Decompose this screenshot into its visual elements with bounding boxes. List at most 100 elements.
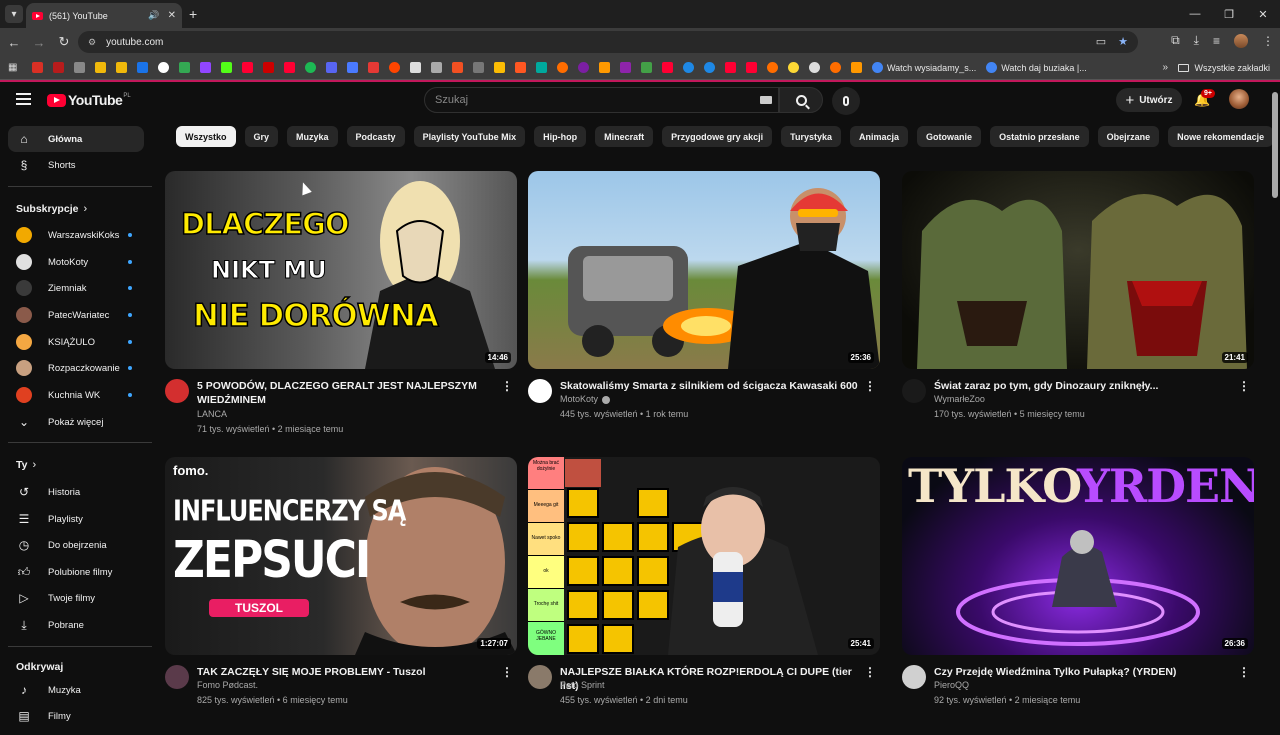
bookmark-icon[interactable]	[641, 62, 652, 73]
bookmark-icon[interactable]	[851, 62, 862, 73]
bookmark-icon[interactable]	[137, 62, 148, 73]
chip-action-adventure[interactable]: Przygodowe gry akcji	[662, 126, 773, 147]
bookmark-icon[interactable]	[368, 62, 379, 73]
video-title[interactable]: TAK ZACZĘŁY SIĘ MOJE PROBLEMY - Tuszol	[197, 665, 497, 679]
sidebar-sub-rozpaczkowanie[interactable]: Rozpaczkowanie	[8, 355, 144, 381]
sidebar-item-music[interactable]: ♪ Muzyka	[8, 677, 144, 703]
bookmark-icon[interactable]	[515, 62, 526, 73]
bookmark-icon[interactable]	[347, 62, 358, 73]
video-title[interactable]: Świat zaraz po tym, gdy Dinozaury zniknę…	[934, 379, 1234, 393]
chip-games[interactable]: Gry	[244, 126, 279, 147]
video-title[interactable]: NAJLEPSZE BIAŁKA KTÓRE ROZP!ERDOLĄ CI DU…	[560, 665, 860, 693]
channel-name[interactable]: Pato Sprint	[560, 680, 605, 690]
channel-avatar[interactable]	[165, 665, 189, 689]
more-actions-icon[interactable]: ⋮	[501, 665, 513, 679]
gmail-bookmark-icon[interactable]	[32, 62, 43, 73]
keyboard-icon[interactable]	[760, 96, 772, 104]
bookmark-icon[interactable]	[704, 62, 715, 73]
sidebar-sub-warszawskikoks[interactable]: WarszawskiKoks	[8, 222, 144, 248]
bookmark-icon[interactable]	[683, 62, 694, 73]
more-actions-icon[interactable]: ⋮	[1238, 665, 1250, 679]
bookmarks-overflow-icon[interactable]: »	[1162, 62, 1168, 73]
channel-avatar[interactable]	[528, 665, 552, 689]
more-actions-icon[interactable]: ⋮	[864, 379, 876, 393]
channel-avatar[interactable]	[902, 379, 926, 403]
sidebar-sub-ksiazulo[interactable]: KSIĄŻULO	[8, 329, 144, 355]
bookmark-watch-2[interactable]: Watch daj buziaka |...	[986, 62, 1087, 73]
bookmark-icon[interactable]	[410, 62, 421, 73]
youtube-bookmark-icon[interactable]	[746, 62, 757, 73]
chip-travel[interactable]: Turystyka	[781, 126, 842, 147]
bookmark-icon[interactable]	[767, 62, 778, 73]
video-card[interactable]: TYLKO YRDEN 26:36 Czy Przejdę Wiedźmina …	[902, 457, 1254, 735]
forward-arrow-icon[interactable]: →	[28, 35, 50, 50]
youtube-bookmark-icon[interactable]	[284, 62, 295, 73]
browser-menu-icon[interactable]: ⋮	[1262, 34, 1274, 48]
video-thumbnail[interactable]: DLACZEGO NIKT MU NIE DORÓWNA 14:46	[165, 171, 517, 369]
kick-bookmark-icon[interactable]	[221, 62, 232, 73]
bookmark-watch-1[interactable]: Watch wysiadamy_s...	[872, 62, 976, 73]
bookmark-icon[interactable]	[578, 62, 589, 73]
amazon-bookmark-icon[interactable]	[599, 62, 610, 73]
reload-icon[interactable]: ↻	[53, 34, 75, 50]
chip-cooking[interactable]: Gotowanie	[917, 126, 982, 147]
sidebar-item-downloads[interactable]: ⤓ Pobrane	[8, 612, 144, 638]
binance-bookmark-icon[interactable]	[95, 62, 106, 73]
chip-new-to-you[interactable]: Nowe rekomendacje	[1168, 126, 1274, 147]
video-thumbnail[interactable]: 21:41	[902, 171, 1254, 369]
video-card[interactable]: 25:36 Skatowaliśmy Smarta z silnikiem od…	[528, 171, 880, 449]
bookmark-icon[interactable]	[158, 62, 169, 73]
channel-name[interactable]: MotoKoty	[560, 394, 611, 404]
more-actions-icon[interactable]: ⋮	[1238, 379, 1250, 393]
voice-search-button[interactable]	[832, 87, 860, 115]
chip-mix[interactable]: Playlisty YouTube Mix	[413, 126, 526, 147]
new-tab-button[interactable]: +	[189, 6, 197, 22]
chip-animation[interactable]: Animacja	[850, 126, 909, 147]
close-tab-icon[interactable]: ✕	[168, 10, 176, 21]
extensions-icon[interactable]: ⧉	[1171, 33, 1180, 48]
chip-watched[interactable]: Obejrzane	[1097, 126, 1160, 147]
bookmark-icon[interactable]	[473, 62, 484, 73]
bookmark-icon[interactable]	[263, 62, 274, 73]
microsoft-bookmark-icon[interactable]	[452, 62, 463, 73]
download-bookmark-icon[interactable]	[431, 62, 442, 73]
menu-icon[interactable]	[16, 93, 31, 108]
chip-podcasts[interactable]: Podcasty	[346, 126, 405, 147]
minimize-icon[interactable]: —	[1178, 8, 1212, 20]
sidebar-sub-motokoty[interactable]: MotoKoty	[8, 249, 144, 275]
bookmark-star-icon[interactable]: ★	[1118, 35, 1128, 48]
site-info-icon[interactable]: ⚙	[88, 37, 96, 48]
discord-bookmark-icon[interactable]	[326, 62, 337, 73]
channel-name[interactable]: LANCA	[197, 409, 227, 419]
bookmark-icon[interactable]	[788, 62, 799, 73]
speaker-icon[interactable]: 🔊	[148, 10, 159, 21]
video-title[interactable]: Skatowaliśmy Smarta z silnikiem od ściga…	[560, 379, 860, 393]
youtube-logo[interactable]: YouTube PL	[47, 92, 131, 108]
sidebar-item-liked[interactable]: 👍︎ Polubione filmy	[8, 559, 144, 585]
video-card[interactable]: fomo. INFLUENCERZY SĄ ZEPSUCI TUSZOL 1:2…	[165, 457, 517, 735]
chip-all[interactable]: Wszystko	[176, 126, 236, 147]
chip-hip-hop[interactable]: Hip-hop	[534, 126, 587, 147]
channel-avatar[interactable]	[528, 379, 552, 403]
bookmark-icon[interactable]	[662, 62, 673, 73]
tab-search-button[interactable]: ▾	[5, 5, 23, 23]
bookmark-icon[interactable]	[116, 62, 127, 73]
bookmark-icon[interactable]	[494, 62, 505, 73]
channel-name[interactable]: WymarłeZoo	[934, 394, 985, 404]
channel-name[interactable]: Fomo Pødcast.	[197, 680, 258, 690]
video-thumbnail[interactable]: Można brać dożylnie Meeega git Nawet spo…	[528, 457, 880, 655]
bookmark-icon[interactable]	[620, 62, 631, 73]
bookmark-icon[interactable]	[536, 62, 547, 73]
sidebar-item-history[interactable]: ↺ Historia	[8, 479, 144, 505]
you-header[interactable]: Ty ›	[16, 459, 36, 471]
channel-name[interactable]: PieroQQ	[934, 680, 969, 690]
bookmark-icon[interactable]	[830, 62, 841, 73]
reading-list-icon[interactable]: ≡	[1213, 34, 1220, 48]
youtube-bookmark-icon[interactable]	[725, 62, 736, 73]
browser-tab-youtube[interactable]: (561) YouTube 🔊 ✕	[26, 3, 182, 28]
bookmark-icon[interactable]	[74, 62, 85, 73]
restore-icon[interactable]: ❐	[1212, 8, 1246, 21]
twitch-bookmark-icon[interactable]	[200, 62, 211, 73]
video-thumbnail[interactable]: fomo. INFLUENCERZY SĄ ZEPSUCI TUSZOL 1:2…	[165, 457, 517, 655]
sidebar-item-movies[interactable]: ▤ Filmy	[8, 703, 144, 729]
